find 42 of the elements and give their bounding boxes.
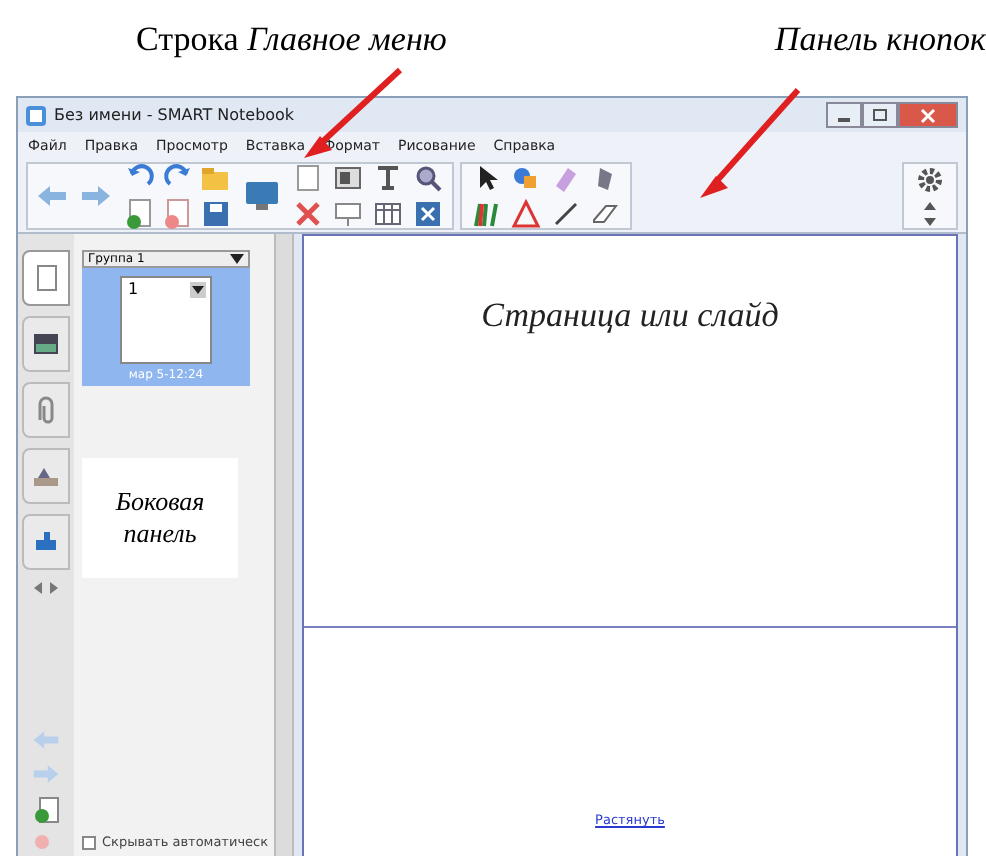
line-icon[interactable]	[550, 198, 582, 230]
close-icon	[920, 107, 936, 123]
dropdown-caret-icon	[230, 254, 244, 264]
forward-arrow-icon[interactable]	[80, 184, 112, 208]
close-button[interactable]	[898, 102, 958, 128]
page-number: 1	[128, 280, 139, 298]
table-icon[interactable]	[372, 198, 404, 230]
page-sorter-icon	[32, 264, 60, 292]
add-page-icon[interactable]	[32, 796, 60, 824]
pens-icon[interactable]	[470, 198, 502, 230]
sidebar-scrollbar[interactable]	[274, 234, 294, 856]
shapes-icon[interactable]	[510, 162, 542, 194]
monitor-icon[interactable]	[244, 180, 280, 212]
delete-icon[interactable]	[292, 198, 324, 230]
gear-icon[interactable]	[916, 165, 944, 193]
maximize-icon	[872, 108, 888, 122]
sidebar-tab[interactable]	[22, 514, 70, 570]
page-menu-caret-icon[interactable]	[190, 282, 206, 298]
fullscreen-icon[interactable]	[412, 198, 444, 230]
screen-shade-icon[interactable]	[332, 162, 364, 194]
window-title: Без имени - SMART Notebook	[54, 106, 295, 124]
auto-hide-checkbox[interactable]	[82, 835, 96, 849]
maximize-button[interactable]	[862, 102, 898, 128]
left-right-arrows-icon[interactable]	[34, 580, 58, 596]
back-arrow-icon[interactable]	[36, 184, 68, 208]
sidebar-tab[interactable]	[22, 250, 70, 306]
add-page-icon[interactable]	[124, 198, 156, 230]
magnifier-icon[interactable]	[412, 162, 444, 194]
sidebar-tab[interactable]	[22, 316, 70, 372]
annotation-caption: Панель кнопок	[774, 20, 986, 60]
minimize-button[interactable]	[826, 102, 862, 128]
delete-page-icon[interactable]	[162, 198, 194, 230]
text-tool-icon[interactable]	[372, 162, 404, 194]
save-icon[interactable]	[200, 198, 232, 230]
add-ons-icon	[32, 528, 60, 556]
triangle-icon[interactable]	[510, 198, 542, 230]
annotation-caption: Строка Главное меню	[136, 20, 447, 60]
annotation-caption: Боковая панель	[82, 458, 238, 578]
gallery-icon	[32, 330, 60, 358]
presentation-icon[interactable]	[332, 198, 364, 230]
annotation-caption: Страница или слайд	[481, 296, 779, 338]
app-icon	[26, 105, 46, 125]
